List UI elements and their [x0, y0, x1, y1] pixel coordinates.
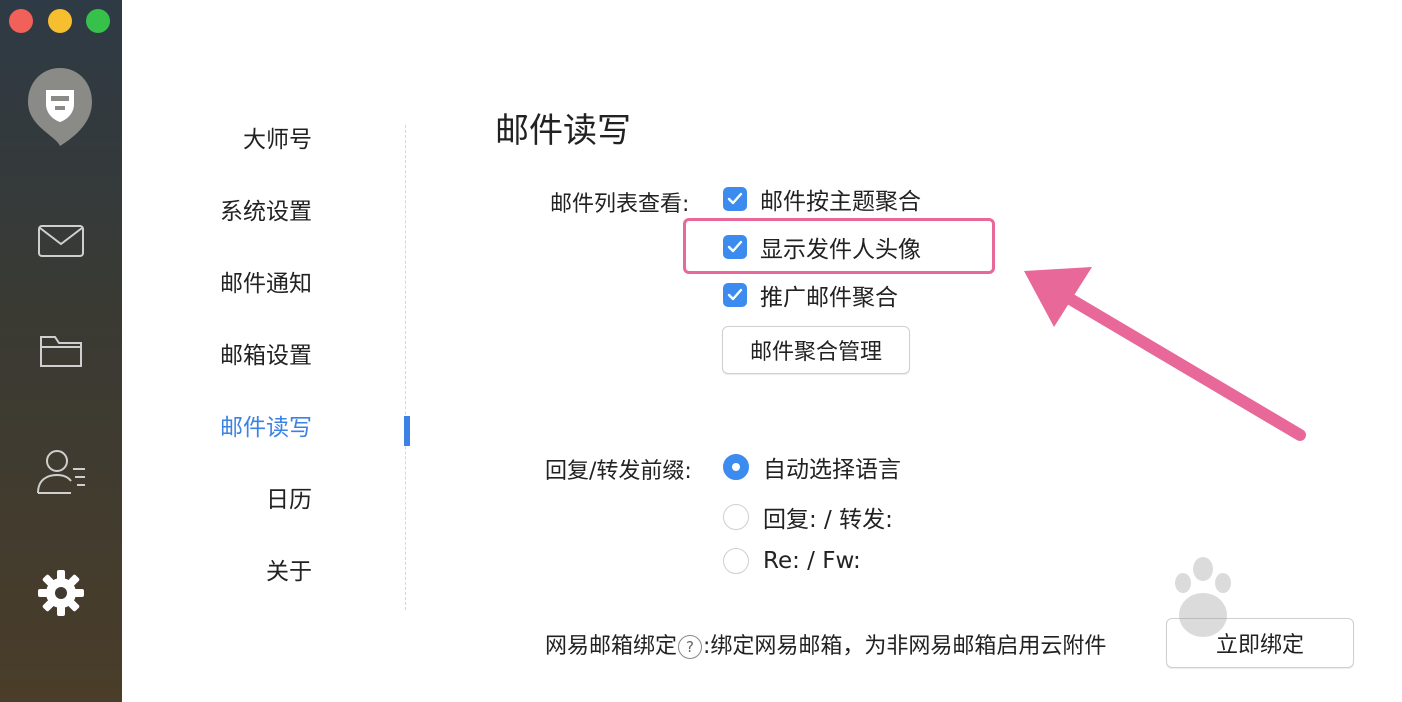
option-promo-grouping[interactable]: 推广邮件聚合	[723, 278, 898, 312]
netease-binding-row: 网易邮箱绑定?:绑定网易邮箱，为非网易邮箱启用云附件	[545, 628, 1106, 660]
nav-item-master-account[interactable]: 大师号	[122, 120, 362, 160]
reply-prefix-label: 回复/转发前缀:	[545, 459, 692, 484]
folder-icon[interactable]	[34, 324, 88, 378]
option-auto-language[interactable]: 自动选择语言	[723, 450, 901, 484]
nav-item-mail-read-write[interactable]: 邮件读写	[122, 408, 362, 448]
checkbox-checked-icon[interactable]	[723, 283, 747, 307]
page-title: 邮件读写	[495, 111, 631, 151]
radio-selected-icon[interactable]	[723, 454, 749, 480]
baidu-jingyan-watermark	[1075, 555, 1365, 675]
zoom-window-button[interactable]	[86, 9, 110, 33]
mail-icon[interactable]	[34, 214, 88, 268]
nav-item-mailbox-settings[interactable]: 邮箱设置	[122, 336, 362, 376]
nav-active-indicator	[404, 416, 410, 446]
manage-grouping-button[interactable]: 邮件聚合管理	[722, 326, 910, 374]
help-icon[interactable]: ?	[678, 635, 703, 659]
app-sidebar	[0, 0, 122, 702]
option-chinese-prefix[interactable]: 回复: / 转发:	[723, 500, 893, 534]
nav-item-about[interactable]: 关于	[122, 552, 362, 592]
option-label: Re: / Fw:	[763, 548, 861, 574]
option-label: 推广邮件聚合	[760, 285, 898, 311]
option-label: 回复: / 转发:	[763, 507, 893, 533]
option-label: 邮件按主题聚合	[760, 189, 921, 215]
option-label: 自动选择语言	[763, 457, 901, 483]
contacts-icon[interactable]	[34, 444, 88, 498]
radio-unselected-icon[interactable]	[723, 504, 749, 530]
radio-unselected-icon[interactable]	[723, 548, 749, 574]
baidu-paw-logo-icon	[1175, 557, 1231, 637]
gear-icon[interactable]	[34, 566, 88, 620]
avatar-lion-icon[interactable]	[26, 66, 94, 146]
nav-item-system-settings[interactable]: 系统设置	[122, 192, 362, 232]
list-view-label: 邮件列表查看:	[550, 192, 690, 217]
option-english-prefix[interactable]: Re: / Fw:	[723, 548, 861, 574]
nav-item-calendar[interactable]: 日历	[122, 480, 362, 520]
annotation-arrow-icon	[1024, 267, 1306, 441]
netease-binding-label: 网易邮箱绑定	[545, 634, 678, 659]
nav-item-mail-notifications[interactable]: 邮件通知	[122, 264, 362, 304]
option-thread-grouping[interactable]: 邮件按主题聚合	[723, 182, 921, 216]
annotation-highlight-box	[683, 218, 995, 274]
close-window-button[interactable]	[9, 9, 33, 33]
minimize-window-button[interactable]	[48, 9, 72, 33]
netease-binding-description: :绑定网易邮箱，为非网易邮箱启用云附件	[703, 634, 1107, 659]
nav-divider	[405, 125, 406, 610]
checkbox-checked-icon[interactable]	[723, 187, 747, 211]
